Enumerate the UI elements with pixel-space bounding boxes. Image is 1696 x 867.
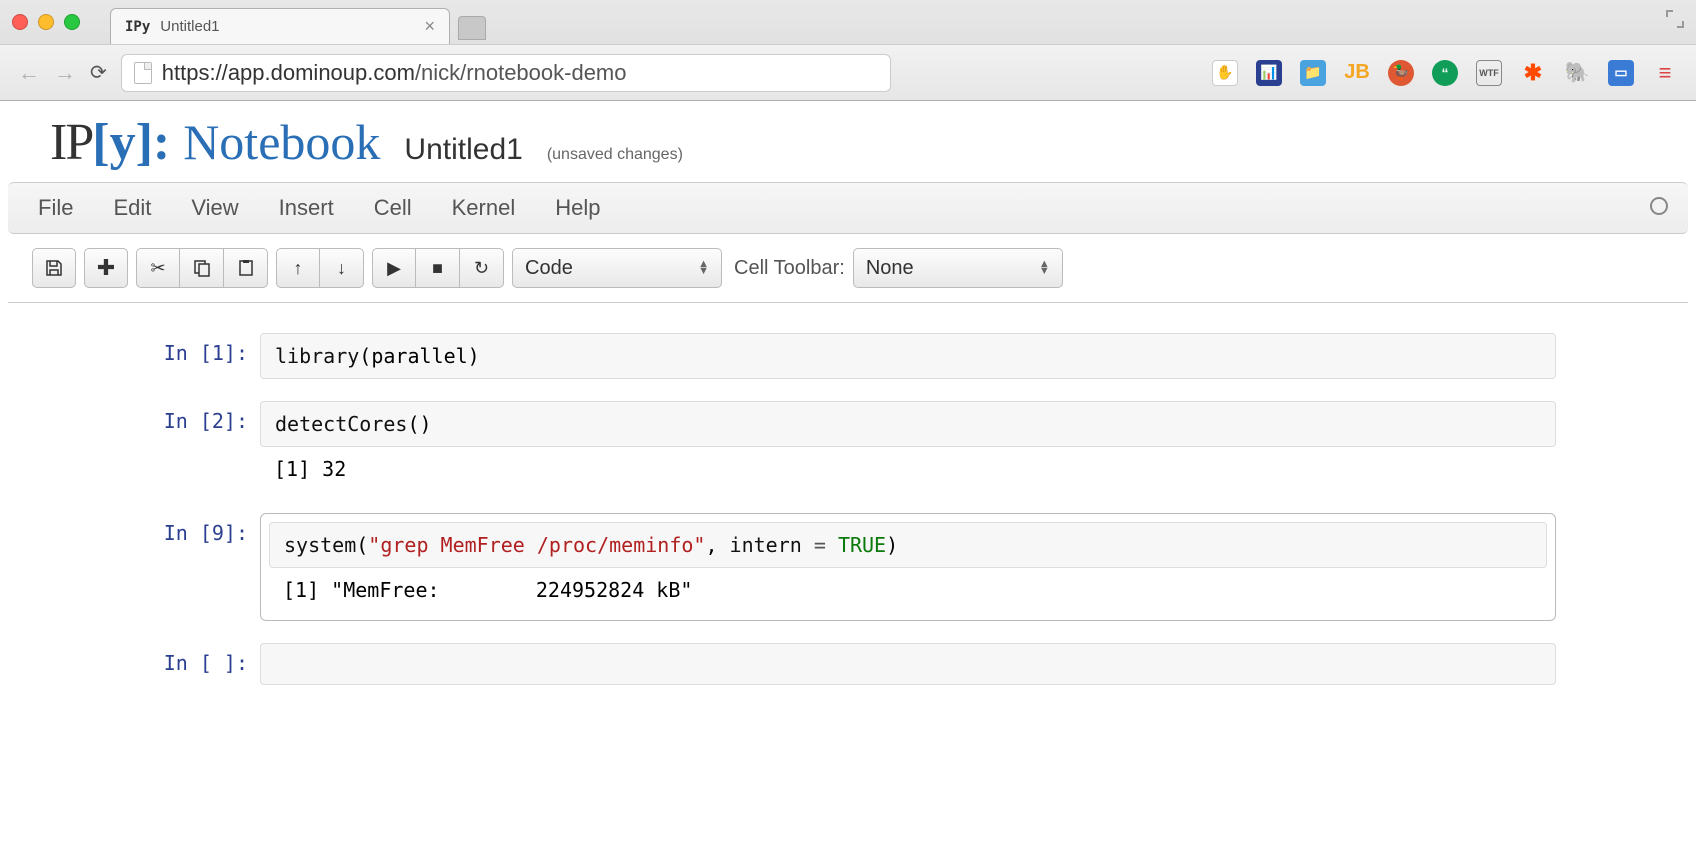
url-input[interactable]: https://app.dominoup.com/nick/rnotebook-…: [121, 54, 891, 92]
code-input[interactable]: [260, 643, 1556, 685]
notebook-cells: In [1]: library(parallel) In [2]: detect…: [0, 303, 1696, 737]
code-cell[interactable]: In [ ]:: [140, 643, 1556, 685]
chevron-updown-icon: ▲▼: [698, 261, 709, 275]
cell-output: [1] "MemFree: 224952824 kB": [269, 568, 1547, 612]
url-text: https://app.dominoup.com/nick/rnotebook-…: [162, 60, 627, 86]
code-cell[interactable]: In [1]: library(parallel): [140, 333, 1556, 379]
extension-duckduckgo-icon[interactable]: 🦆: [1388, 60, 1414, 86]
new-tab-button[interactable]: [458, 16, 486, 40]
input-prompt: In [2]:: [140, 401, 260, 433]
minimize-window-button[interactable]: [38, 14, 54, 30]
menu-kernel[interactable]: Kernel: [452, 195, 516, 221]
cell-output: [1] 32: [260, 447, 360, 491]
browser-tab[interactable]: IPy Untitled1 ×: [110, 8, 450, 44]
browser-chrome: IPy Untitled1 × ← → ⟳ https://app.domino…: [0, 0, 1696, 101]
extension-folder-icon[interactable]: 📁: [1300, 60, 1326, 86]
save-button[interactable]: [32, 248, 76, 288]
menu-cell[interactable]: Cell: [374, 195, 412, 221]
forward-button[interactable]: →: [54, 60, 76, 86]
address-bar: ← → ⟳ https://app.dominoup.com/nick/rnot…: [0, 44, 1696, 100]
back-button[interactable]: ←: [18, 60, 40, 86]
page-icon: [134, 62, 152, 84]
code-input[interactable]: library(parallel): [260, 333, 1556, 379]
celltoolbar-value: None: [866, 257, 914, 280]
menubar: File Edit View Insert Cell Kernel Help: [8, 182, 1688, 234]
extension-hangouts-icon[interactable]: “: [1432, 60, 1458, 86]
run-button[interactable]: ▶: [372, 248, 416, 288]
maximize-window-button[interactable]: [64, 14, 80, 30]
move-up-button[interactable]: ↑: [276, 248, 320, 288]
input-prompt: In [9]:: [140, 513, 260, 545]
celltoolbar-select[interactable]: None ▲▼: [853, 248, 1063, 288]
tab-strip: IPy Untitled1 ×: [110, 0, 486, 44]
extension-jb-icon[interactable]: JB: [1344, 60, 1370, 86]
titlebar: IPy Untitled1 ×: [0, 0, 1696, 44]
insert-cell-button[interactable]: ✚: [84, 248, 128, 288]
code-input[interactable]: system("grep MemFree /proc/meminfo", int…: [269, 522, 1547, 568]
code-input[interactable]: detectCores(): [260, 401, 1556, 447]
menu-insert[interactable]: Insert: [279, 195, 334, 221]
extension-wtf-icon[interactable]: WTF: [1476, 60, 1502, 86]
celltoolbar-label: Cell Toolbar:: [734, 257, 845, 280]
extension-speedometer-icon[interactable]: 📊: [1256, 60, 1282, 86]
menu-help[interactable]: Help: [555, 195, 600, 221]
kernel-indicator-icon: [1650, 197, 1668, 215]
restart-button[interactable]: ↻: [460, 248, 504, 288]
notebook-title[interactable]: Untitled1: [404, 133, 522, 167]
extension-adblock-icon[interactable]: ✋: [1212, 60, 1238, 86]
chevron-updown-icon: ▲▼: [1039, 261, 1050, 275]
window-controls: [12, 14, 80, 30]
paste-button[interactable]: [224, 248, 268, 288]
interrupt-button[interactable]: ■: [416, 248, 460, 288]
fullscreen-icon[interactable]: [1666, 10, 1684, 33]
hamburger-menu-icon[interactable]: ≡: [1652, 60, 1678, 86]
menu-edit[interactable]: Edit: [113, 195, 151, 221]
close-window-button[interactable]: [12, 14, 28, 30]
code-cell[interactable]: In [2]: detectCores() [1] 32: [140, 401, 1556, 491]
copy-button[interactable]: [180, 248, 224, 288]
cut-button[interactable]: ✂: [136, 248, 180, 288]
notebook-header: IP[y]: Notebook Untitled1 (unsaved chang…: [0, 101, 1696, 182]
menu-view[interactable]: View: [191, 195, 238, 221]
toolbar: ✚ ✂ ↑ ↓ ▶ ■ ↻ Code ▲▼ Cell Toolbar: None…: [8, 234, 1688, 303]
tab-favicon: IPy: [125, 19, 150, 35]
celltype-value: Code: [525, 257, 573, 280]
ipython-logo: IP[y]: Notebook: [50, 113, 380, 172]
input-prompt: In [ ]:: [140, 643, 260, 675]
tab-title: Untitled1: [160, 18, 219, 35]
extension-monitor-icon[interactable]: ▭: [1608, 60, 1634, 86]
tab-close-icon[interactable]: ×: [424, 16, 435, 37]
input-prompt: In [1]:: [140, 333, 260, 365]
move-down-button[interactable]: ↓: [320, 248, 364, 288]
code-cell-selected[interactable]: In [9]: system("grep MemFree /proc/memin…: [140, 513, 1556, 621]
extension-evernote-icon[interactable]: 🐘: [1564, 60, 1590, 86]
menu-file[interactable]: File: [38, 195, 73, 221]
extension-icons: ✋ 📊 📁 JB 🦆 “ WTF ✱ 🐘 ▭ ≡: [1212, 60, 1678, 86]
reload-button[interactable]: ⟳: [90, 60, 107, 85]
notebook-save-status: (unsaved changes): [547, 146, 683, 164]
extension-zapier-icon[interactable]: ✱: [1520, 60, 1546, 86]
celltype-select[interactable]: Code ▲▼: [512, 248, 722, 288]
